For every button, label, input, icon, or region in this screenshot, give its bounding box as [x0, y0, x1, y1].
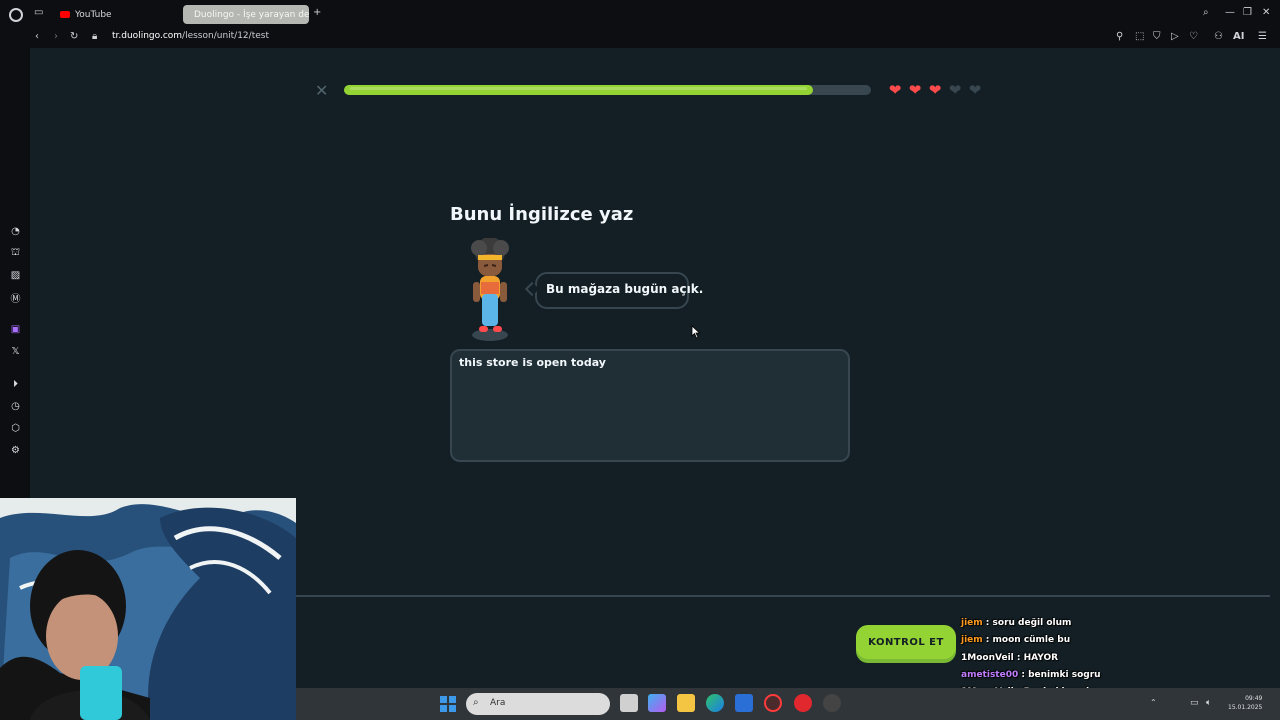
close-lesson-icon[interactable]: ✕	[315, 81, 328, 100]
tab-duolingo[interactable]: Duolingo - İşe yarayan de	[183, 5, 309, 24]
menu-icon[interactable]: ☰	[1258, 31, 1267, 42]
back-icon[interactable]: ‹	[35, 31, 39, 42]
check-button[interactable]: KONTROL ET	[856, 625, 956, 659]
opera-taskbar-icon[interactable]	[764, 694, 782, 712]
mail-icon[interactable]: Ⓜ	[9, 291, 22, 305]
edge-icon[interactable]	[706, 694, 724, 712]
windows-start-icon[interactable]	[440, 696, 456, 712]
pin-icon[interactable]: ⚲	[1116, 31, 1123, 42]
history-icon[interactable]: ◷	[9, 400, 22, 413]
chat-username: ametiste00	[961, 670, 1019, 680]
tab-duolingo-label: Duolingo - İşe yarayan de	[194, 9, 309, 20]
twitch-icon[interactable]: ▣	[9, 323, 22, 336]
shield-icon[interactable]: ⛉	[1153, 31, 1161, 42]
chat-text: : HAYOR	[1016, 653, 1059, 663]
restore-icon[interactable]: ❐	[1243, 7, 1252, 18]
close-window-icon[interactable]: ✕	[1262, 7, 1270, 18]
extensions-icon[interactable]: ⬡	[9, 422, 22, 435]
search-tabs-icon[interactable]: ⌕	[1203, 7, 1209, 18]
ai-label: AI	[1233, 31, 1245, 42]
youtube-icon	[60, 11, 70, 18]
tab-youtube[interactable]: YouTube	[54, 5, 180, 24]
taskbar-search-icon: ⌕	[473, 697, 479, 708]
page-title: Bunu İngilizce yaz	[450, 204, 634, 225]
tab-overview-icon[interactable]: ▭	[34, 7, 43, 18]
url-path: /lesson/unit/12/test	[182, 31, 269, 41]
copilot-icon[interactable]	[648, 694, 666, 712]
clock-time: 09:49	[1245, 695, 1263, 702]
player-icon[interactable]: ⏵	[9, 378, 22, 391]
lesson-progress-fill	[344, 85, 814, 95]
snapshot-icon[interactable]: ⬚	[1135, 31, 1144, 42]
heart-empty-icon: ❤	[948, 81, 962, 99]
heart-empty-icon: ❤	[968, 81, 982, 99]
app-red-icon[interactable]	[794, 694, 812, 712]
ai-button[interactable]: AI	[1233, 31, 1244, 42]
browser-sidebar: ◔ ⛫ ▨ Ⓜ ▣ 𝕏 ⏵ ◷ ⬡ ⚙	[0, 48, 30, 498]
character-illustration	[471, 238, 509, 341]
minimize-icon[interactable]: —	[1225, 7, 1235, 18]
volume-icon[interactable]: 🔈︎	[1206, 698, 1211, 708]
webcam-image	[0, 498, 296, 720]
url-field[interactable]: tr.duolingo.com/lesson/unit/12/test	[112, 30, 269, 43]
chat-text: : soru değil olum	[985, 618, 1072, 628]
answer-text[interactable]: this store is open today	[459, 356, 606, 369]
taskbar-search[interactable]	[466, 693, 610, 715]
x-icon[interactable]: 𝕏	[9, 345, 22, 358]
chat-username: jiem	[961, 635, 983, 645]
tabs-icon[interactable]: ▨	[9, 269, 22, 282]
play-icon[interactable]: ▷	[1171, 31, 1179, 42]
store-icon[interactable]	[735, 694, 753, 712]
opera-menu-icon[interactable]	[9, 8, 23, 22]
footer-divider	[295, 595, 1270, 597]
reload-icon[interactable]: ↻	[70, 31, 78, 42]
obs-icon[interactable]	[823, 694, 841, 712]
file-explorer-icon[interactable]	[677, 694, 695, 712]
settings-gear-icon[interactable]: ⚙	[9, 444, 22, 457]
tray-chevron-icon[interactable]: ⌃	[1150, 698, 1157, 707]
browser-tab-bar: ▭ YouTube Duolingo - İşe yarayan de + ⌕ …	[0, 0, 1280, 28]
heart-bookmark-icon[interactable]: ♡	[1189, 31, 1198, 42]
chat-text: : moon cümle bu	[985, 635, 1071, 645]
workspace-icon[interactable]: ⛫	[9, 247, 22, 260]
webcam-overlay	[0, 498, 296, 720]
mouse-cursor-icon	[691, 325, 701, 339]
aria-icon[interactable]: ◔	[9, 225, 22, 238]
lesson-progress-bar	[344, 85, 871, 95]
new-tab-button[interactable]: +	[313, 7, 321, 18]
heart-full-icon: ❤	[888, 81, 902, 99]
task-view-icon[interactable]	[620, 694, 638, 712]
chat-username: 1MoonVeil	[961, 653, 1014, 663]
tab-youtube-label: YouTube	[75, 9, 112, 20]
network-icon[interactable]: ▭	[1190, 698, 1199, 708]
url-host: tr.duolingo.com	[112, 31, 183, 41]
chat-text: : benimki sogru	[1021, 670, 1101, 680]
prompt-sentence: Bu mağaza bugün açık.	[546, 282, 704, 296]
chat-message: 1MoonVeil : HAYOR	[961, 653, 1058, 663]
clock-date: 15.01.2025	[1228, 704, 1263, 711]
page-scrollbar[interactable]	[1270, 48, 1280, 688]
taskbar-clock[interactable]: 09:49 15.01.2025	[1228, 694, 1262, 712]
chat-message: jiem : moon cümle bu	[961, 635, 1070, 645]
chat-username: jiem	[961, 618, 983, 628]
account-icon[interactable]: ⚇	[1214, 31, 1223, 42]
heart-full-icon: ❤	[908, 81, 922, 99]
lock-icon: 🔒︎	[92, 31, 98, 42]
chat-message: jiem : soru değil olum	[961, 618, 1071, 628]
taskbar-search-placeholder: Ara	[490, 698, 506, 708]
forward-icon[interactable]: ›	[54, 31, 58, 42]
chat-message: ametiste00 : benimki sogru	[961, 670, 1101, 680]
heart-full-icon: ❤	[928, 81, 942, 99]
